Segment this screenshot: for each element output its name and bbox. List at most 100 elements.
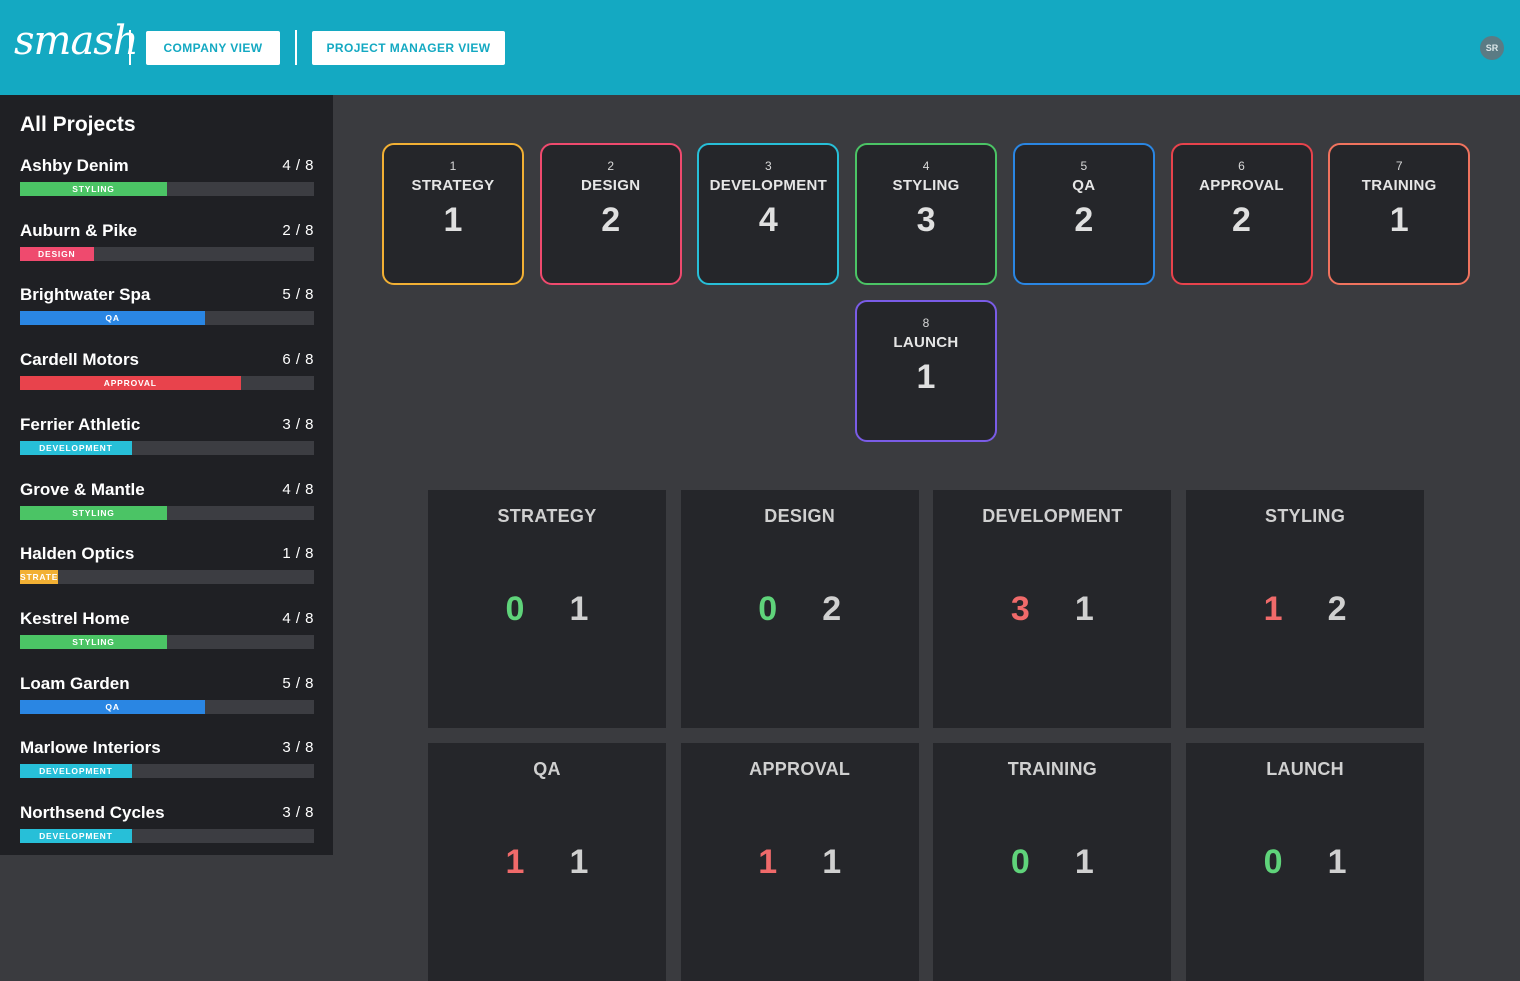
stage-count: 2 [1232, 201, 1251, 239]
project-item[interactable]: Halden Optics 1 / 8 STRATEGY [20, 544, 314, 594]
panel-metric-primary: 0 [1010, 843, 1030, 881]
stage-panel-qa[interactable]: QA 1 1 [428, 743, 666, 981]
project-item[interactable]: Northsend Cycles 3 / 8 DEVELOPMENT [20, 803, 314, 853]
stage-label: DEVELOPMENT [709, 177, 828, 194]
stage-card-strategy[interactable]: 1 STRATEGY 1 [382, 143, 524, 285]
progress-fill: APPROVAL [20, 376, 241, 391]
project-name: Brightwater Spa [20, 285, 151, 305]
stage-number: 8 [922, 316, 930, 330]
progress-fill: QA [20, 311, 206, 326]
panel-metric-secondary: 2 [822, 590, 842, 628]
panel-metric-secondary: 1 [569, 843, 589, 881]
stage-count: 3 [916, 201, 936, 239]
stage-panel-styling[interactable]: STYLING 1 2 [1186, 490, 1425, 728]
stage-label: STYLING [892, 177, 960, 194]
progress-fill: DEVELOPMENT [20, 829, 132, 843]
panel-metric-primary: 0 [758, 590, 778, 628]
stage-label: LAUNCH [893, 334, 959, 351]
project-item[interactable]: Ferrier Athletic 3 / 8 DEVELOPMENT [20, 415, 314, 465]
stage-card-qa[interactable]: 5 QA 2 [1012, 143, 1155, 285]
project-item[interactable]: Grove & Mantle 4 / 8 STYLING [20, 480, 314, 530]
progress-fill: STYLING [20, 182, 167, 196]
progress-fill: STRATEGY [20, 570, 59, 585]
project-name: Marlowe Interiors [20, 738, 161, 758]
stage-label: DESIGN [581, 177, 641, 194]
project-name: Cardell Motors [20, 350, 140, 370]
stage-count: 1 [443, 201, 463, 239]
stage-panel-development[interactable]: DEVELOPMENT 3 1 [933, 490, 1172, 728]
top-bar: smash COMPANY VIEW PROJECT MANAGER VIEW … [0, 0, 1520, 95]
project-stage-count: 5 / 8 [282, 674, 314, 692]
stage-count: 2 [601, 201, 621, 239]
progress-track: DEVELOPMENT [20, 829, 314, 843]
company-view-button[interactable]: COMPANY VIEW [146, 31, 280, 65]
stage-count: 1 [1389, 201, 1409, 239]
stage-card-styling[interactable]: 4 STYLING 3 [855, 143, 998, 285]
project-stage-count: 2 / 8 [282, 221, 314, 239]
project-stage-count: 4 / 8 [282, 609, 314, 627]
project-item[interactable]: Ashby Denim 4 / 8 STYLING [20, 156, 314, 206]
stage-card-launch[interactable]: 8 LAUNCH 1 [855, 300, 997, 442]
app-logo[interactable]: smash [14, 18, 139, 64]
project-stage-count: 3 / 8 [282, 739, 314, 757]
project-name: Loam Garden [20, 673, 130, 693]
project-name: Kestrel Home [20, 608, 130, 628]
stage-card-design[interactable]: 2 DESIGN 2 [539, 143, 682, 285]
project-item[interactable]: Loam Garden 5 / 8 QA [20, 674, 314, 724]
stage-panel-launch[interactable]: LAUNCH 0 1 [1186, 743, 1425, 981]
panel-metric-secondary: 1 [1074, 590, 1094, 628]
panel-title: DEVELOPMENT [982, 506, 1123, 526]
progress-track: DEVELOPMENT [20, 440, 314, 455]
stage-label: APPROVAL [1199, 177, 1284, 194]
stage-count: 4 [758, 201, 778, 239]
project-name: Ashby Denim [20, 156, 129, 175]
panel-metric-secondary: 2 [1327, 590, 1347, 628]
panel-title: APPROVAL [749, 759, 851, 779]
stage-label: TRAINING [1361, 177, 1437, 194]
stage-label: STRATEGY [411, 177, 495, 194]
stage-number: 7 [1395, 159, 1403, 173]
project-stage-count: 4 / 8 [282, 480, 314, 498]
panel-metric-secondary: 1 [1327, 843, 1347, 881]
progress-track: STYLING [20, 182, 314, 196]
panel-title: LAUNCH [1266, 759, 1344, 779]
project-stage-count: 3 / 8 [282, 804, 314, 821]
stage-number: 2 [607, 159, 615, 173]
stage-number: 4 [922, 159, 930, 173]
project-item[interactable]: Cardell Motors 6 / 8 APPROVAL [20, 350, 314, 400]
progress-fill: QA [20, 699, 206, 714]
progress-fill: STYLING [20, 634, 167, 649]
panel-title: QA [533, 759, 561, 779]
stage-card-development[interactable]: 3 DEVELOPMENT 4 [697, 143, 840, 285]
project-manager-view-button[interactable]: PROJECT MANAGER VIEW [312, 31, 505, 65]
stage-number: 3 [765, 159, 772, 173]
progress-track: APPROVAL [20, 376, 314, 391]
panel-metric-primary: 3 [1010, 590, 1030, 628]
panel-metric-secondary: 1 [569, 590, 589, 628]
stage-count: 2 [1074, 201, 1094, 239]
project-stage-count: 5 / 8 [282, 286, 314, 304]
panel-metric-secondary: 1 [822, 843, 842, 881]
stage-panel-training[interactable]: TRAINING 0 1 [933, 743, 1172, 981]
stage-label: QA [1072, 177, 1096, 194]
stage-panel-design[interactable]: DESIGN 0 2 [680, 490, 919, 728]
stage-card-approval[interactable]: 6 APPROVAL 2 [1170, 143, 1313, 285]
progress-fill: DEVELOPMENT [20, 764, 132, 779]
panel-title: DESIGN [764, 506, 836, 526]
user-avatar[interactable]: SR [1480, 36, 1504, 60]
stage-panel-strategy[interactable]: STRATEGY 0 1 [428, 490, 666, 728]
stage-number: 1 [449, 159, 457, 173]
stage-panel-approval[interactable]: APPROVAL 1 1 [680, 743, 919, 981]
progress-track: STYLING [20, 505, 314, 520]
panel-title: STRATEGY [497, 506, 597, 526]
project-item[interactable]: Auburn & Pike 2 / 8 DESIGN [20, 221, 314, 271]
stage-card-training[interactable]: 7 TRAINING 1 [1328, 143, 1471, 285]
project-item[interactable]: Brightwater Spa 5 / 8 QA [20, 285, 314, 335]
project-name: Grove & Mantle [20, 479, 145, 499]
sidebar-title: All Projects [20, 113, 136, 136]
project-item[interactable]: Kestrel Home 4 / 8 STYLING [20, 609, 314, 659]
project-item[interactable]: Marlowe Interiors 3 / 8 DEVELOPMENT [20, 738, 314, 788]
panel-metric-primary: 1 [505, 843, 525, 881]
progress-track: QA [20, 699, 314, 714]
panel-title: TRAINING [1007, 759, 1098, 779]
